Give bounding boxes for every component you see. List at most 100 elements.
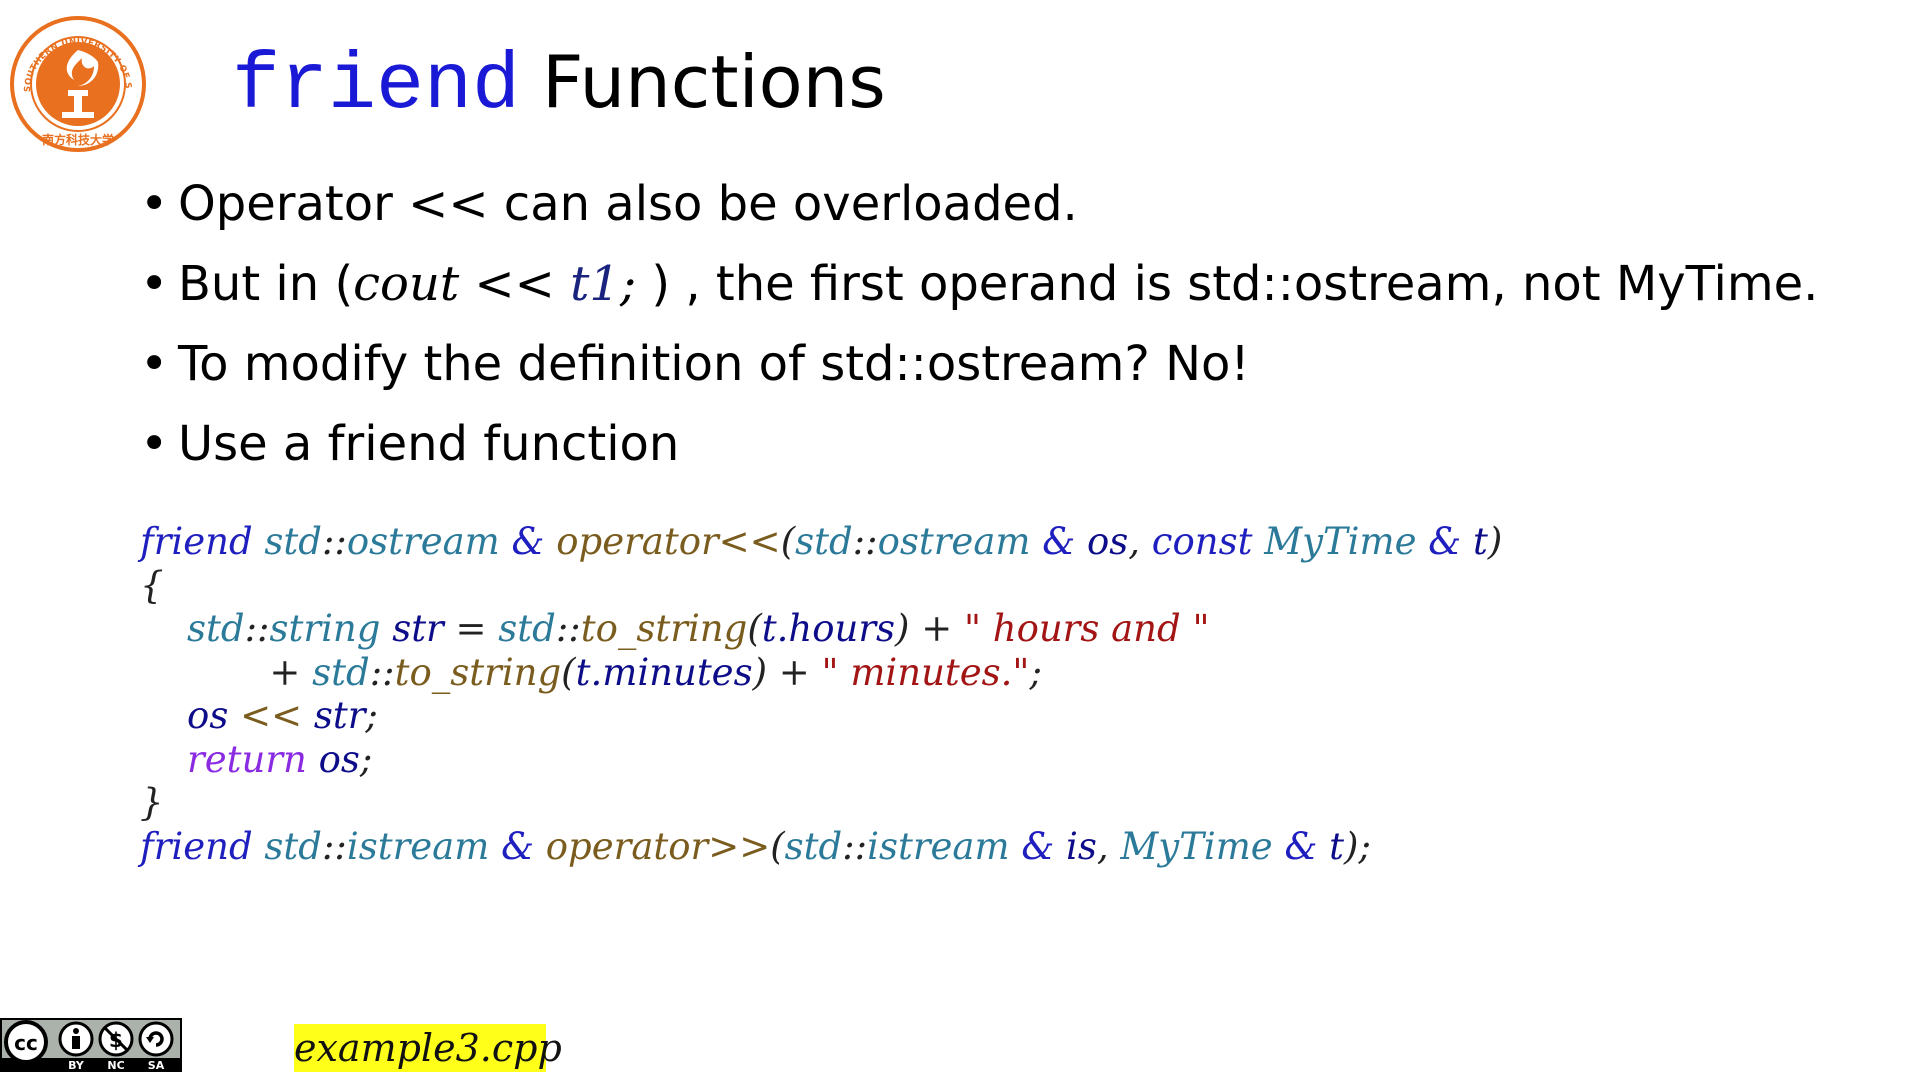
inline-code-op: << xyxy=(459,256,571,312)
code-token: & xyxy=(499,520,557,563)
cc-by-nc-sa-icon[interactable]: cc $ BY NC SA xyxy=(0,1018,182,1072)
code-token: + xyxy=(269,650,313,694)
code-token: std xyxy=(187,607,245,650)
code-token: " hours and " xyxy=(963,607,1210,650)
code-token: std xyxy=(264,520,322,563)
code-token: std xyxy=(795,520,853,563)
bullet-text: Operator << can also be overloaded. xyxy=(178,176,1078,232)
code-token: os xyxy=(1086,520,1129,563)
code-token: & xyxy=(1030,520,1087,563)
title-keyword: friend xyxy=(232,41,521,132)
bullet-text: Use a friend function xyxy=(178,416,680,472)
code-token: } xyxy=(140,781,164,824)
code-token: os xyxy=(187,694,229,737)
code-token: ( xyxy=(770,824,785,868)
cc-by-label: BY xyxy=(68,1059,85,1072)
university-seal-logo: SOUTHERN UNIVERSITY OF SCIENCE AND TECHN… xyxy=(8,14,146,152)
seal-chinese-name: 南方科技大学 xyxy=(42,132,114,147)
code-token: ostream xyxy=(877,520,1031,563)
code-token: ; xyxy=(1029,650,1042,694)
code-token: std xyxy=(312,650,370,694)
code-token: friend xyxy=(140,520,253,563)
code-token: :: xyxy=(842,824,868,868)
code-line: os << str; xyxy=(140,694,1502,738)
code-token: str xyxy=(313,694,366,737)
bullet-dot-icon: • xyxy=(140,256,169,312)
bullet-dot-icon: • xyxy=(140,336,169,392)
code-line: friend std::istream & operator>>(std::is… xyxy=(140,825,1502,869)
code-token: ) xyxy=(1487,520,1503,563)
code-token: operator<< xyxy=(556,520,781,563)
code-line: return os; xyxy=(140,738,1502,782)
title-rest: Functions xyxy=(542,40,886,124)
bullet-text-suffix: ) , the first operand is std::ostream, n… xyxy=(636,256,1819,312)
code-token: friend xyxy=(140,824,253,868)
code-token: MyTime xyxy=(1264,520,1417,563)
code-line: { xyxy=(140,564,1502,608)
inline-code-semicolon: ; xyxy=(619,256,637,312)
code-token: std xyxy=(498,607,556,650)
code-token: ); xyxy=(1344,824,1371,868)
code-token: istream xyxy=(867,824,1010,868)
code-token: ( xyxy=(747,607,762,650)
code-token: operator>> xyxy=(545,824,771,868)
code-token: & xyxy=(1416,520,1473,563)
bullet-item: • Operator << can also be overloaded. xyxy=(140,180,1818,260)
code-token: ; xyxy=(359,737,373,781)
bullet-item: • To modify the definition of std::ostre… xyxy=(140,340,1818,420)
code-token: & xyxy=(1272,824,1330,868)
code-token: << xyxy=(228,694,314,737)
code-token: :: xyxy=(369,650,395,694)
bullet-list: • Operator << can also be overloaded. • … xyxy=(140,180,1818,500)
code-token: t xyxy=(1472,520,1488,563)
code-token: t.hours xyxy=(761,607,895,650)
bullet-text-prefix: But in ( xyxy=(178,256,354,312)
code-token: string xyxy=(269,607,381,650)
code-token: std xyxy=(784,824,843,868)
code-token: :: xyxy=(852,520,878,563)
code-token: is xyxy=(1066,824,1097,868)
code-token: t xyxy=(1329,824,1345,868)
bullet-dot-icon: • xyxy=(140,176,169,232)
bullet-item: • But in (cout << t1; ) , the first oper… xyxy=(140,260,1818,340)
code-token: " minutes." xyxy=(821,650,1030,694)
cc-sa-label: SA xyxy=(148,1059,165,1072)
code-line: std::string str = std::to_string(t.hours… xyxy=(140,607,1502,651)
code-token: istream xyxy=(346,824,490,868)
code-token: t.minutes xyxy=(575,650,753,694)
example-file-link[interactable]: example3.cpp xyxy=(294,1024,562,1072)
inline-code-cout: cout xyxy=(353,256,460,312)
code-token: { xyxy=(140,563,164,607)
code-token: , xyxy=(1128,520,1152,563)
bullet-text: To modify the definition of std::ostream… xyxy=(178,336,1250,392)
code-token: ostream xyxy=(346,520,500,563)
code-token: const xyxy=(1151,520,1253,563)
code-token: to_string xyxy=(580,607,748,650)
code-token: os xyxy=(318,737,360,781)
slide-title: friend Functions xyxy=(232,46,886,127)
bullet-dot-icon: • xyxy=(140,416,169,472)
code-token: ; xyxy=(365,694,378,737)
svg-text:cc: cc xyxy=(14,1031,38,1055)
code-block: friend std::ostream & operator<<(std::os… xyxy=(140,520,1502,868)
code-line: friend std::ostream & operator<<(std::os… xyxy=(140,520,1502,564)
bullet-item: • Use a friend function xyxy=(140,420,1818,500)
code-token: ) xyxy=(752,650,768,694)
code-token: to_string xyxy=(394,650,562,694)
code-token: std xyxy=(264,824,322,868)
code-token: :: xyxy=(321,824,347,868)
code-token: :: xyxy=(321,520,347,563)
code-token: = xyxy=(443,607,499,650)
code-token: ) xyxy=(895,607,910,650)
code-token: & xyxy=(489,824,546,868)
code-token: :: xyxy=(555,607,581,650)
code-token: + xyxy=(767,650,822,694)
code-token: ( xyxy=(561,650,576,694)
code-token: ( xyxy=(780,520,796,563)
code-token: MyTime xyxy=(1120,824,1273,868)
code-token: & xyxy=(1009,824,1067,868)
code-token: , xyxy=(1096,824,1121,868)
code-token: + xyxy=(909,607,964,650)
code-line: + std::to_string(t.minutes) + " minutes.… xyxy=(140,651,1502,695)
cc-nc-label: NC xyxy=(107,1059,124,1072)
